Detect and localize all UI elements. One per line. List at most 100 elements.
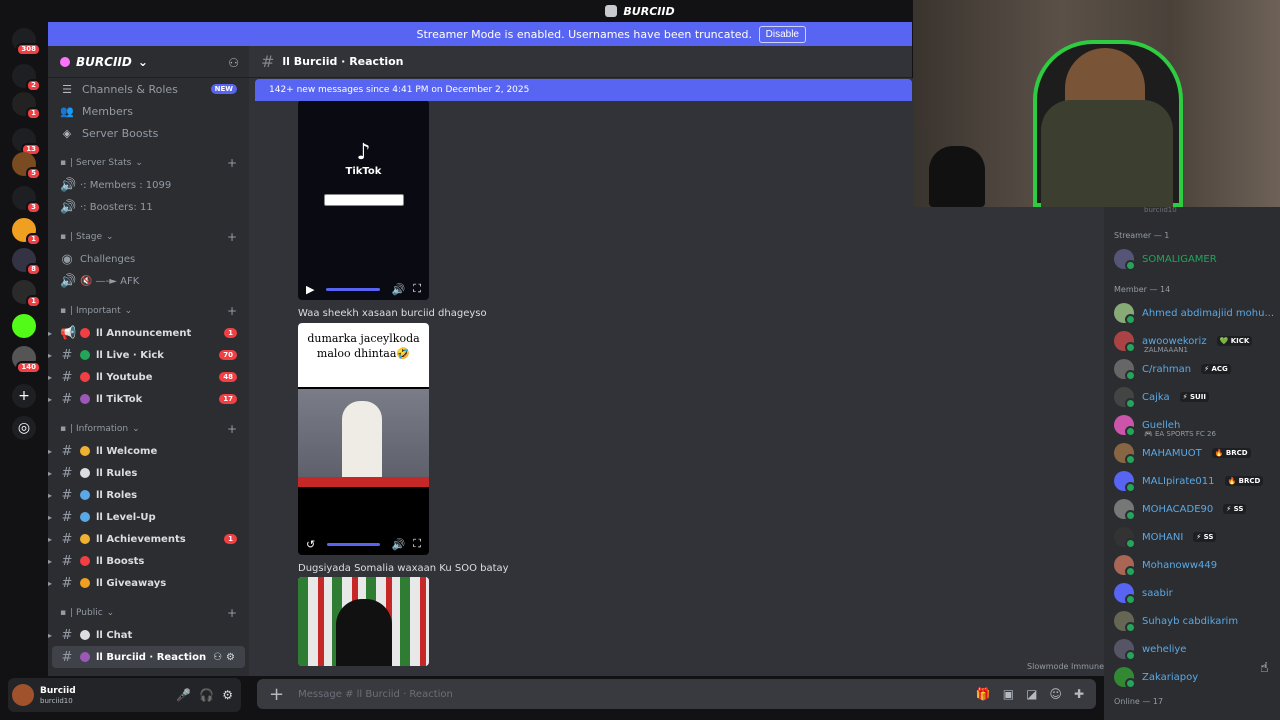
category-header[interactable]: ▪ | Public ⌄ +: [48, 602, 249, 624]
channel-item[interactable]: ▸ # ll Level-Up: [48, 506, 249, 528]
channel-item[interactable]: ▸ # ll Achievements 1: [48, 528, 249, 550]
channel-item[interactable]: # ll Burciid · Reaction ⚇ ⚙: [52, 646, 245, 668]
channel-emoji-icon: [80, 652, 90, 662]
gif-icon[interactable]: ▣: [1003, 687, 1014, 701]
video-lower-third: [298, 477, 429, 487]
nav-members[interactable]: 👥 Members: [48, 100, 249, 122]
gift-icon[interactable]: 🎁: [976, 687, 991, 701]
message-input[interactable]: Message # ll Burciid · Reaction: [298, 689, 453, 700]
tiktok-video[interactable]: ♪ TikTok ▶ 🔊 ⛶: [298, 100, 429, 300]
channel-item[interactable]: ▸ 📢 ll Announcement 1: [48, 322, 249, 344]
member-item[interactable]: Zakariapoy: [1104, 663, 1280, 691]
progress-bar[interactable]: [326, 287, 380, 291]
server-icon[interactable]: 13: [12, 128, 41, 156]
headphones-icon[interactable]: 🎧: [199, 688, 214, 702]
create-channel-plus-icon[interactable]: +: [227, 304, 237, 318]
channel-item[interactable]: ▸ # ll Roles: [48, 484, 249, 506]
channel-item[interactable]: 🔊 🔇 —-► AFK: [48, 270, 249, 292]
member-name: C/rahman: [1142, 363, 1192, 375]
new-messages-bar[interactable]: 142+ new messages since 4:41 PM on Decem…: [255, 79, 912, 101]
member-item[interactable]: MOHACADE90 ⚡ SS: [1104, 495, 1280, 523]
member-item[interactable]: C/rahman ⚡ ACG: [1104, 355, 1280, 383]
category-header[interactable]: ▪ | Server Stats ⌄ +: [48, 152, 249, 174]
server-icon[interactable]: 8: [12, 248, 41, 276]
member-name: weheliye: [1142, 643, 1187, 655]
create-channel-plus-icon[interactable]: +: [227, 156, 237, 170]
nav-label: Members: [82, 104, 133, 118]
invite-people-icon[interactable]: ⚇: [228, 56, 239, 70]
channel-item[interactable]: ▸ # ll Welcome: [48, 440, 249, 462]
member-name: Suhayb cabdikarim: [1142, 615, 1239, 627]
channel-item[interactable]: ▸ # ll Youtube 48: [48, 366, 249, 388]
create-channel-plus-icon[interactable]: +: [227, 606, 237, 620]
member-item[interactable]: Mohanoww449: [1104, 551, 1280, 579]
channel-item[interactable]: ▸ # ll TikTok 17: [48, 388, 249, 410]
sticker-icon[interactable]: ◪: [1026, 687, 1037, 701]
settings-gear-icon[interactable]: ⚙: [222, 688, 233, 702]
member-item[interactable]: MOHANI ⚡ SS: [1104, 523, 1280, 551]
chevron-down-icon: ⌄: [106, 608, 115, 618]
member-item[interactable]: weheliye: [1104, 635, 1280, 663]
channel-item[interactable]: ▸ # ll Chat: [48, 624, 249, 646]
server-icon[interactable]: 140: [12, 346, 41, 374]
server-icon[interactable]: 308: [12, 28, 41, 56]
server-icon[interactable]: 1: [12, 280, 41, 308]
server-header[interactable]: BURCIID ⌄ ⚇: [48, 46, 249, 78]
server-icon[interactable]: 5: [12, 152, 41, 180]
image-attachment[interactable]: [298, 577, 429, 666]
server-icon[interactable]: [12, 314, 36, 338]
channel-settings-gear-icon[interactable]: ⚙: [226, 652, 235, 663]
avatar: [1114, 611, 1136, 633]
microphone-icon[interactable]: 🎤: [176, 688, 191, 702]
server-icon[interactable]: 1: [12, 92, 41, 120]
member-item[interactable]: MALIpirate011 🔥 BRCD: [1104, 467, 1280, 495]
play-icon[interactable]: ▶: [306, 283, 314, 296]
discover-icon[interactable]: ◎: [12, 416, 36, 440]
channel-item[interactable]: ▸ # ll Boosts: [48, 550, 249, 572]
attach-plus-icon[interactable]: +: [269, 684, 284, 705]
channel-item[interactable]: ▸ # ll Rules: [48, 462, 249, 484]
channel-label: ll Announcement: [96, 327, 192, 339]
channel-item[interactable]: 🔊 ·: Boosters: 11: [48, 196, 249, 218]
fullscreen-icon[interactable]: ⛶: [413, 537, 421, 551]
member-item[interactable]: saabir: [1104, 579, 1280, 607]
volume-icon[interactable]: 🔊: [392, 283, 406, 296]
create-channel-plus-icon[interactable]: +: [227, 422, 237, 436]
server-icon[interactable]: 3: [12, 186, 41, 214]
video-player[interactable]: dumarka jaceylkoda maloo dhintaa🤣 ↺ 🔊 ⛶: [298, 323, 429, 555]
nav-server-boosts[interactable]: ◈ Server Boosts: [48, 122, 249, 144]
video-overlay-text: dumarka jaceylkoda maloo dhintaa🤣: [298, 323, 429, 387]
channel-item[interactable]: ▸ # ll Live · Kick 70: [48, 344, 249, 366]
member-group-header: Member — 14: [1114, 284, 1171, 294]
disable-streamer-mode-button[interactable]: Disable: [758, 25, 806, 43]
channel-item[interactable]: 🔊 ·: Members : 1099: [48, 174, 249, 196]
volume-icon[interactable]: 🔊: [392, 538, 406, 551]
channel-item[interactable]: ▸ # ll Giveaways: [48, 572, 249, 594]
avatar[interactable]: [12, 684, 34, 706]
create-channel-plus-icon[interactable]: +: [227, 230, 237, 244]
server-boost-icon: [60, 56, 70, 67]
add-server-icon[interactable]: +: [12, 384, 36, 408]
nav-channels-roles[interactable]: ☰ Channels & Roles NEW: [48, 78, 249, 100]
member-item[interactable]: Ahmed abdimajiid mohu...: [1104, 299, 1280, 327]
chevron-right-icon: ▸: [48, 446, 53, 456]
member-item[interactable]: Cajka ⚡ SUII: [1104, 383, 1280, 411]
fullscreen-icon[interactable]: ⛶: [413, 282, 421, 296]
replay-icon[interactable]: ↺: [306, 538, 315, 551]
member-item[interactable]: SOMALIGAMER: [1104, 245, 1280, 273]
server-icon[interactable]: 1: [12, 218, 41, 246]
emoji-icon[interactable]: ☺: [1049, 687, 1062, 701]
category-header[interactable]: ▪ | Information ⌄ +: [48, 418, 249, 440]
category-header[interactable]: ▪ | Stage ⌄ +: [48, 226, 249, 248]
progress-bar[interactable]: [327, 542, 380, 546]
member-item[interactable]: Guelleh 🎮 EA SPORTS FC 26: [1104, 411, 1280, 439]
member-item[interactable]: awoowekoriz 💚 KICK ZALMAAAN1: [1104, 327, 1280, 355]
category-header[interactable]: ▪ | Important ⌄ +: [48, 300, 249, 322]
add-member-icon[interactable]: ⚇: [213, 652, 222, 663]
server-icon[interactable]: 2: [12, 64, 41, 92]
apps-icon[interactable]: ✚: [1074, 687, 1084, 701]
member-item[interactable]: MAHAMUOT 🔥 BRCD: [1104, 439, 1280, 467]
member-item[interactable]: Suhayb cabdikarim: [1104, 607, 1280, 635]
channel-item[interactable]: ◉ Challenges: [48, 248, 249, 270]
slowmode-indicator: Slowmode Immune: [1027, 662, 1104, 671]
